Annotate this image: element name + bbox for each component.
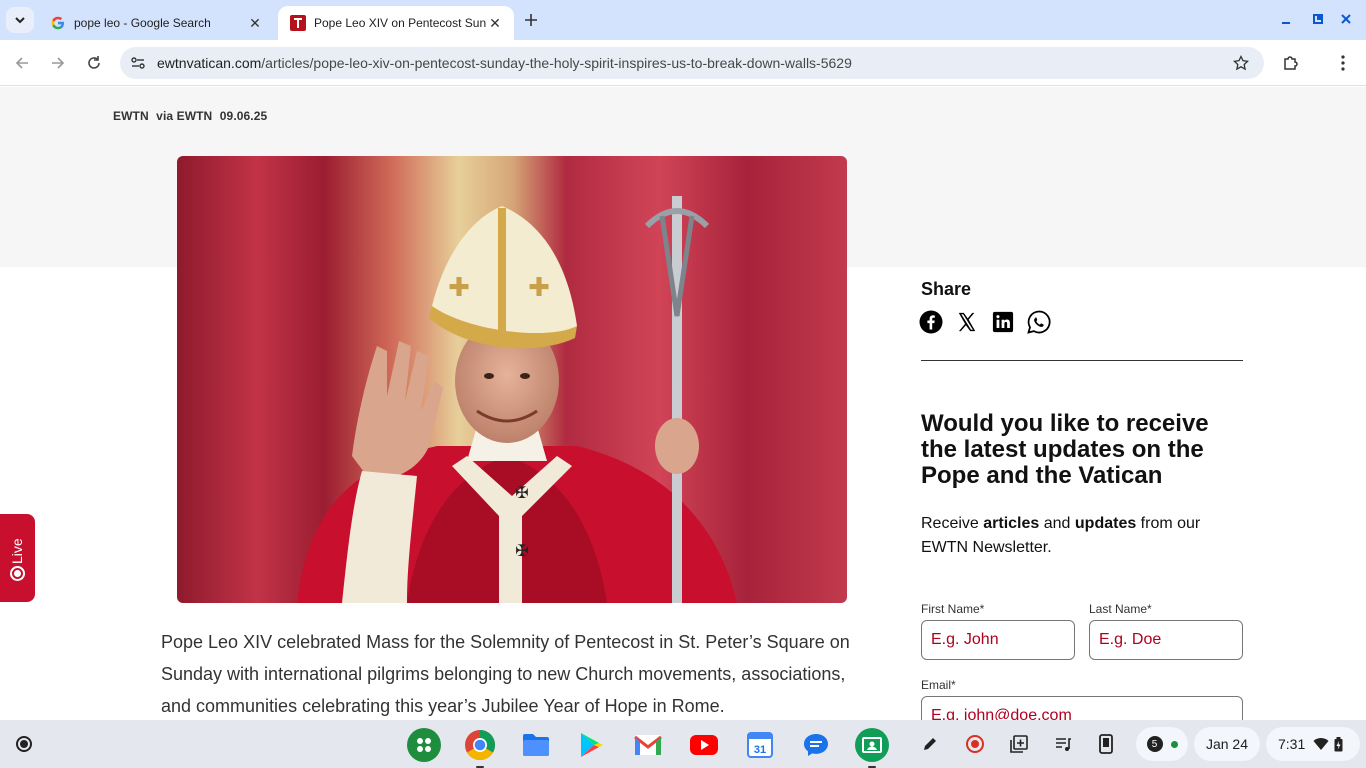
minimize-button[interactable] xyxy=(1273,8,1299,30)
divider xyxy=(921,360,1243,361)
share-icon-row xyxy=(919,310,1051,334)
maximize-icon xyxy=(1313,14,1323,24)
url-text: ewtnvatican.com/articles/pope-leo-xiv-on… xyxy=(157,55,852,71)
last-name-label: Last Name* xyxy=(1089,602,1152,616)
tab-google-search[interactable]: pope leo - Google Search ✕ xyxy=(38,6,274,40)
first-name-label: First Name* xyxy=(921,602,985,616)
close-icon[interactable]: ✕ xyxy=(486,14,504,32)
reload-icon xyxy=(88,56,100,69)
svg-text:✠: ✠ xyxy=(515,543,528,560)
tab-strip: pope leo - Google Search ✕ Pope Leo XIV … xyxy=(0,0,1366,40)
url-path: /articles/pope-leo-xiv-on-pentecost-sund… xyxy=(261,55,852,71)
browser-toolbar: ewtnvatican.com/articles/pope-leo-xiv-on… xyxy=(0,40,1366,86)
newsletter-heading: Would you like to receive the latest upd… xyxy=(921,410,1209,489)
app-launcher-icon[interactable] xyxy=(407,728,441,762)
chevron-down-icon xyxy=(15,17,25,24)
calendar-icon[interactable]: 31 xyxy=(743,728,777,762)
gmail-icon[interactable] xyxy=(631,728,665,762)
first-name-field[interactable] xyxy=(921,620,1075,660)
screenshot-icon[interactable] xyxy=(1006,732,1032,756)
close-icon xyxy=(1341,14,1351,24)
subtext-articles: articles xyxy=(983,515,1040,532)
pope-photo-illustration: ✠ ✠ ✚ ✚ xyxy=(177,156,847,603)
play-store-icon[interactable] xyxy=(575,728,609,762)
tab-title: pope leo - Google Search xyxy=(74,16,211,30)
menu-button[interactable] xyxy=(1330,50,1356,76)
launcher-button[interactable] xyxy=(10,730,38,758)
minimize-icon xyxy=(1282,22,1290,24)
byline-date: 09.06.25 xyxy=(219,109,268,123)
subtext-mid: and xyxy=(1039,515,1075,532)
close-window-button[interactable] xyxy=(1333,8,1359,30)
bookmark-star-icon[interactable] xyxy=(1230,52,1252,74)
screen-record-icon[interactable] xyxy=(962,732,988,756)
address-bar[interactable]: ewtnvatican.com/articles/pope-leo-xiv-on… xyxy=(120,47,1264,79)
x-icon[interactable] xyxy=(955,310,979,334)
status-dot-icon xyxy=(1170,740,1178,748)
svg-text:✚: ✚ xyxy=(528,272,550,302)
site-settings-icon[interactable] xyxy=(123,48,153,78)
tab-search-button[interactable] xyxy=(6,7,34,33)
facebook-icon[interactable] xyxy=(919,310,943,334)
svg-text:✠: ✠ xyxy=(515,485,528,502)
date-text: Jan 24 xyxy=(1205,736,1249,752)
email-field[interactable] xyxy=(921,696,1243,720)
live-stream-tab[interactable]: Live xyxy=(0,514,35,602)
record-dot-icon xyxy=(10,566,25,581)
google-favicon-icon xyxy=(50,15,66,31)
time-text: 7:31 xyxy=(1278,736,1306,752)
byline-via: via EWTN xyxy=(156,109,213,123)
article-byline: EWTN via EWTN 09.06.25 xyxy=(113,109,271,123)
classroom-icon[interactable] xyxy=(855,728,889,768)
os-shelf: 31 5 Jan 24 7:31 xyxy=(0,720,1366,768)
notification-pill[interactable]: 5 xyxy=(1136,727,1188,761)
notification-count: 5 xyxy=(1146,736,1163,752)
pen-icon[interactable] xyxy=(917,732,943,756)
messages-icon[interactable] xyxy=(799,728,833,762)
linkedin-icon[interactable] xyxy=(991,310,1015,334)
extensions-button[interactable] xyxy=(1278,50,1304,76)
live-label: Live xyxy=(9,538,25,564)
article-paragraph: Pope Leo XIV celebrated Mass for the Sol… xyxy=(161,632,850,716)
last-name-field[interactable] xyxy=(1089,620,1243,660)
url-domain: ewtnvatican.com xyxy=(157,55,262,71)
plus-icon xyxy=(525,14,537,26)
forward-button[interactable] xyxy=(45,50,71,76)
files-icon[interactable] xyxy=(519,728,553,762)
maximize-button[interactable] xyxy=(1305,8,1331,30)
svg-text:✚: ✚ xyxy=(448,272,470,302)
more-vert-icon xyxy=(1341,55,1345,71)
email-label: Email* xyxy=(921,678,956,692)
back-button[interactable] xyxy=(9,50,35,76)
tab-ewtn-article[interactable]: Pope Leo XIV on Pentecost Sunday ✕ xyxy=(278,6,514,40)
chrome-icon[interactable] xyxy=(463,728,497,768)
web-page: EWTN via EWTN 09.06.25 ✠ ✠ ✚ ✚ Pope Leo … xyxy=(0,87,1366,720)
byline-source: EWTN xyxy=(113,109,149,123)
arrow-right-icon xyxy=(52,57,65,69)
date-pill[interactable]: Jan 24 xyxy=(1194,727,1260,761)
new-tab-button[interactable] xyxy=(520,9,542,31)
playlist-icon[interactable] xyxy=(1050,732,1076,756)
reload-button[interactable] xyxy=(81,50,107,76)
launcher-icon xyxy=(16,736,32,752)
close-icon[interactable]: ✕ xyxy=(246,14,264,32)
ewtn-favicon-icon xyxy=(290,15,306,31)
puzzle-icon xyxy=(1284,56,1298,70)
svg-text:31: 31 xyxy=(754,744,766,756)
subtext-prefix: Receive xyxy=(921,515,984,532)
battery-icon xyxy=(1334,736,1343,751)
youtube-icon[interactable] xyxy=(687,728,721,762)
subtext-updates: updates xyxy=(1074,515,1137,532)
system-tray-pill[interactable]: 7:31 xyxy=(1266,727,1360,761)
whatsapp-icon[interactable] xyxy=(1027,310,1051,334)
phone-hub-icon[interactable] xyxy=(1093,732,1119,756)
share-heading: Share xyxy=(921,279,972,299)
tab-title: Pope Leo XIV on Pentecost Sunday xyxy=(314,16,486,30)
hero-image: ✠ ✠ ✚ ✚ xyxy=(177,156,847,603)
wifi-icon xyxy=(1313,738,1329,750)
newsletter-subtext: Receive articles and updates from our EW… xyxy=(921,512,1241,560)
arrow-left-icon xyxy=(15,57,28,69)
